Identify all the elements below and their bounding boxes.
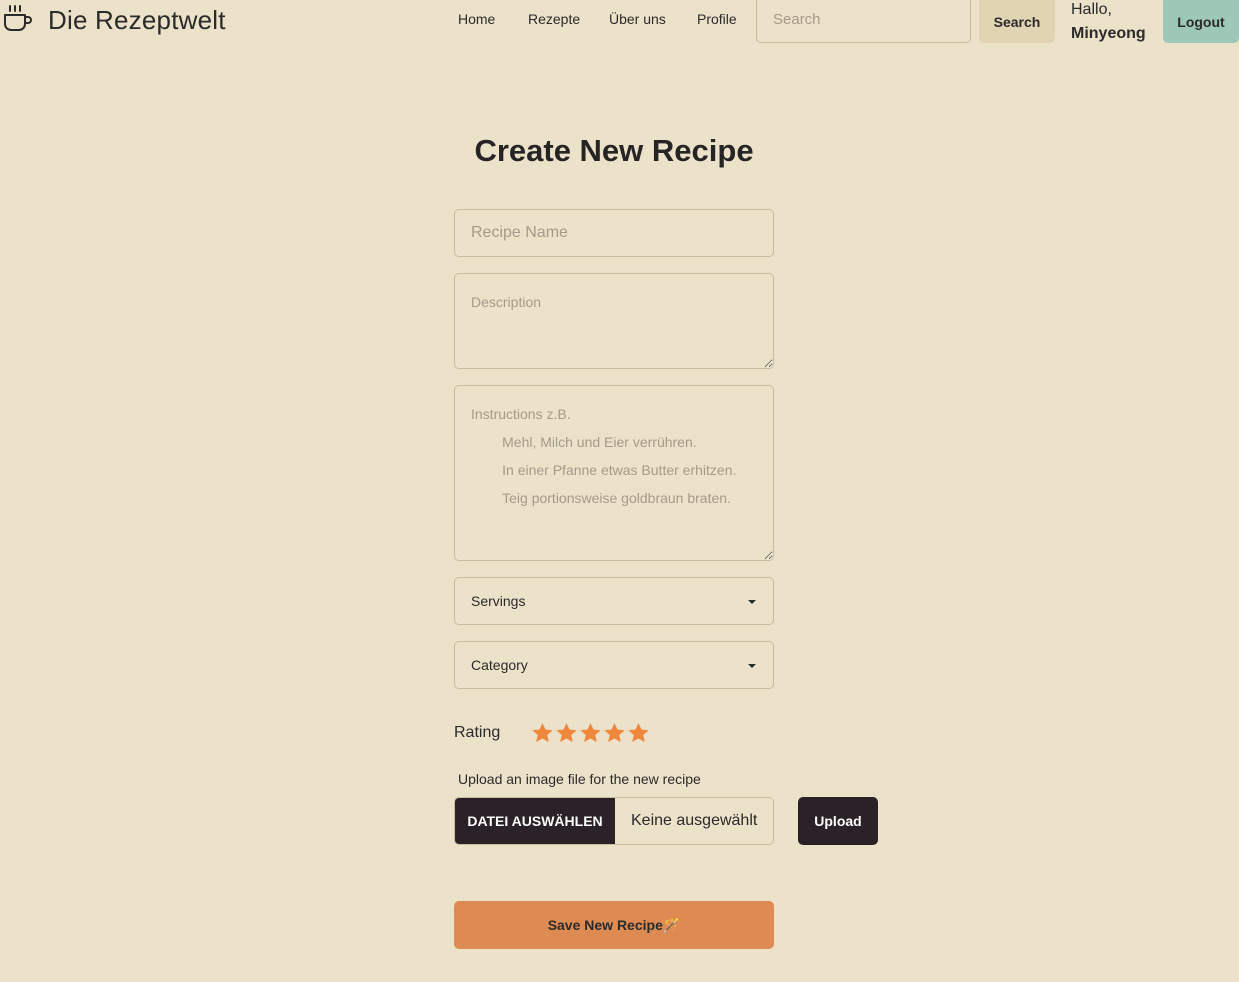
star-icon[interactable] [555,721,578,745]
category-label: Category [471,657,528,673]
recipe-name-input[interactable] [454,209,774,257]
logout-button[interactable]: Logout [1163,0,1239,43]
username: Minyeong [1071,25,1146,42]
save-recipe-button[interactable]: Save New Recipe🪄 [454,901,774,949]
coffee-cup-icon [2,2,34,39]
brand-title: Die Rezeptwelt [48,5,226,35]
star-icon[interactable] [579,721,602,745]
upload-button[interactable]: Upload [798,797,878,845]
servings-label: Servings [471,593,526,609]
servings-select[interactable]: Servings [454,577,774,625]
description-textarea[interactable] [454,273,774,369]
nav-about[interactable]: Über uns [609,11,666,27]
navbar: Die Rezeptwelt Home Rezepte Über uns Pro… [0,0,1239,44]
instructions-textarea[interactable] [454,385,774,561]
star-icon[interactable] [627,721,650,745]
file-input[interactable]: DATEI AUSWÄHLEN Keine ausgewählt [454,797,774,845]
greeting-text: Hallo, [1071,1,1112,18]
chevron-down-icon [748,664,756,668]
search-input[interactable] [756,0,971,43]
rating-label: Rating [454,724,501,741]
nav-profile[interactable]: Profile [697,11,737,27]
nav-recipes[interactable]: Rezepte [528,11,580,27]
file-status: Keine ausgewählt [631,812,758,829]
page-title: Create New Recipe [474,133,754,168]
star-icon[interactable] [603,721,626,745]
choose-file-button[interactable]: DATEI AUSWÄHLEN [455,798,615,844]
chevron-down-icon [748,600,756,604]
brand[interactable]: Die Rezeptwelt [2,2,226,39]
user-greeting: Hallo, Minyeong [1071,0,1146,46]
category-select[interactable]: Category [454,641,774,689]
rating-stars[interactable] [531,721,650,745]
upload-label: Upload an image file for the new recipe [458,771,701,787]
star-icon[interactable] [531,721,554,745]
nav-home[interactable]: Home [458,11,495,27]
search-button[interactable]: Search [979,0,1055,43]
